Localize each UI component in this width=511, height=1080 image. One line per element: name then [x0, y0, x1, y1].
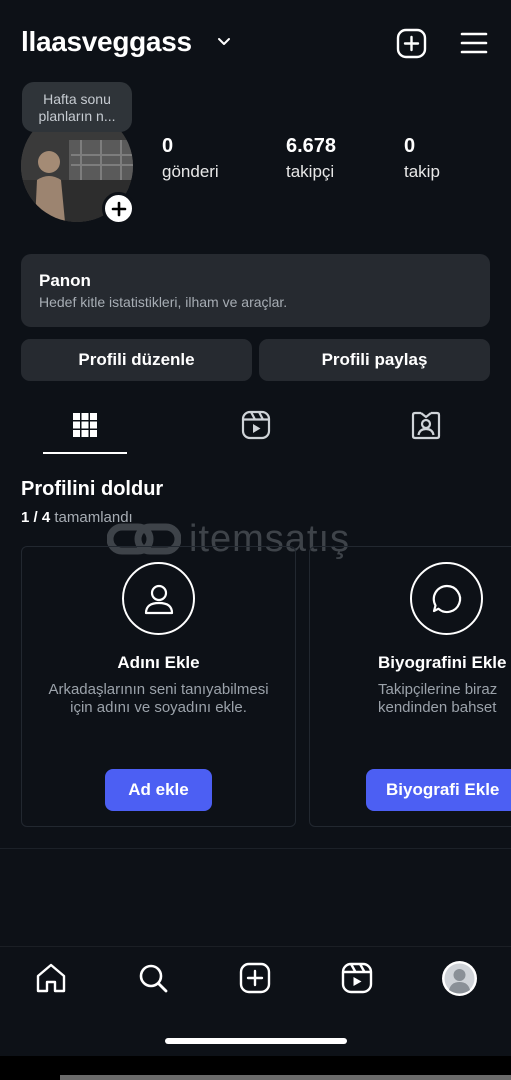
- profile-note-bubble[interactable]: Hafta sonu planların n...: [22, 82, 132, 132]
- stat-label: takipçi: [286, 162, 335, 181]
- create-icon[interactable]: [238, 961, 272, 995]
- reels-icon[interactable]: [340, 961, 374, 995]
- section-title: Profilini doldur: [21, 478, 164, 500]
- add-name-button[interactable]: Ad ekle: [105, 769, 212, 811]
- speech-bubble-icon: [432, 584, 461, 613]
- card-title: Adını Ekle: [117, 653, 200, 672]
- card-description-line: için adını ve soyadını ekle.: [70, 699, 247, 716]
- card-description-line: kendinden bahset: [378, 699, 497, 716]
- progress-fraction: 1 / 4: [21, 509, 51, 526]
- tab-reels-icon[interactable]: [241, 410, 271, 440]
- card-description: Takipçilerine biraz kendinden bahset: [370, 681, 511, 717]
- tab-tagged-icon[interactable]: [411, 410, 441, 440]
- dashboard-title: Panon: [39, 271, 91, 290]
- home-icon[interactable]: [34, 961, 68, 995]
- tab-selected-indicator: [43, 452, 127, 454]
- plus-icon: [111, 201, 126, 216]
- create-post-icon[interactable]: [396, 28, 427, 59]
- chevron-down-icon[interactable]: [216, 34, 232, 50]
- stat-following[interactable]: 0 takip: [404, 135, 440, 182]
- stat-followers[interactable]: 6.678 takipçi: [286, 135, 336, 182]
- stat-label: takip: [404, 162, 440, 181]
- person-icon: [144, 584, 173, 614]
- divider: [0, 848, 511, 849]
- search-icon[interactable]: [136, 961, 170, 995]
- card-description: Arkadaşlarının seni tanıyabilmesi için a…: [21, 681, 296, 717]
- menu-icon[interactable]: [459, 30, 489, 56]
- bottom-bar: [60, 1075, 511, 1080]
- profile-nav-avatar[interactable]: [442, 961, 477, 996]
- tab-grid-icon[interactable]: [70, 410, 100, 440]
- profile-username[interactable]: llaasveggass: [21, 26, 192, 58]
- add-story-button[interactable]: [102, 192, 135, 225]
- add-bio-button[interactable]: Biyografi Ekle: [366, 769, 511, 811]
- dashboard-subtitle: Hedef kitle istatistikleri, ilham ve ara…: [39, 294, 288, 310]
- bio-circle: [410, 562, 483, 635]
- user-avatar-icon: [444, 963, 475, 994]
- professional-dashboard[interactable]: Panon Hedef kitle istatistikleri, ilham …: [21, 254, 490, 327]
- card-title: Biyografini Ekle: [378, 653, 507, 672]
- home-indicator: [165, 1038, 347, 1044]
- stat-posts[interactable]: 0 gönderi: [162, 135, 219, 182]
- stat-value: 0: [162, 135, 174, 157]
- card-description-line: Takipçilerine biraz: [378, 681, 498, 698]
- stat-value: 0: [404, 135, 416, 157]
- stat-value: 6.678: [286, 135, 337, 157]
- stat-label: gönderi: [162, 162, 219, 181]
- card-description-line: Arkadaşlarının seni tanıyabilmesi: [48, 681, 269, 698]
- profile-circle: [122, 562, 195, 635]
- share-profile-button[interactable]: Profili paylaş: [259, 339, 490, 381]
- edit-profile-button[interactable]: Profili düzenle: [21, 339, 252, 381]
